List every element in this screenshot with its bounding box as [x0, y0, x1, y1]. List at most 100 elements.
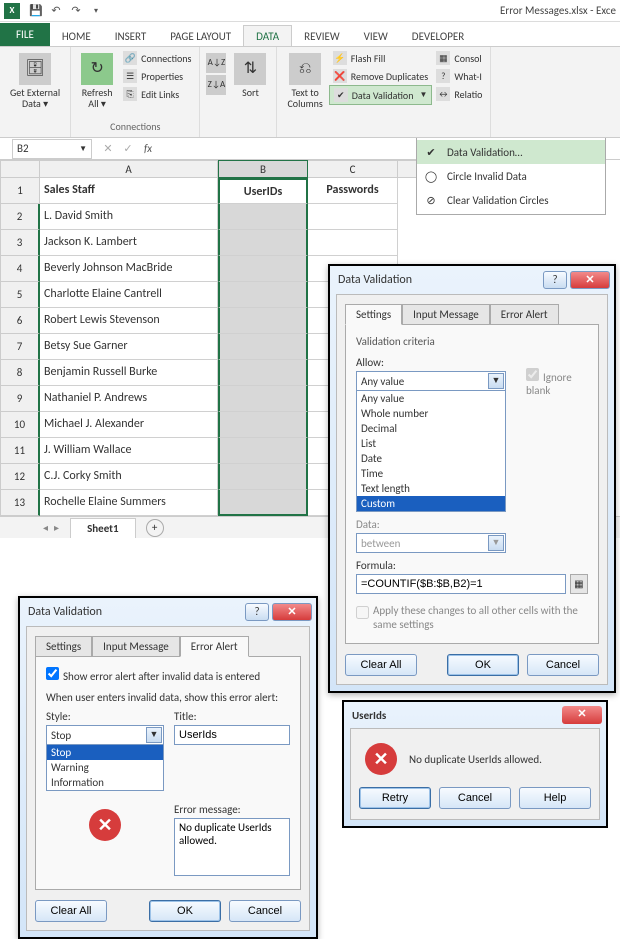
cell[interactable]: Robert Lewis Stevenson: [40, 308, 218, 334]
help-button[interactable]: Help: [519, 787, 591, 809]
cell[interactable]: [308, 204, 398, 230]
cell[interactable]: Charlotte Elaine Cantrell: [40, 282, 218, 308]
tab-review[interactable]: REVIEW: [292, 26, 352, 46]
ok-button[interactable]: OK: [149, 900, 221, 922]
close-button[interactable]: ✕: [562, 706, 602, 724]
retry-button[interactable]: Retry: [359, 787, 431, 809]
tab-settings[interactable]: Settings: [345, 304, 402, 325]
row-header[interactable]: 1: [0, 178, 40, 204]
cancel-button[interactable]: Cancel: [527, 654, 599, 676]
help-button[interactable]: ?: [543, 271, 567, 289]
col-header-b[interactable]: B: [218, 160, 308, 178]
tab-error-alert[interactable]: Error Alert: [490, 304, 559, 325]
row-header[interactable]: 5: [0, 282, 40, 308]
row-header[interactable]: 6: [0, 308, 40, 334]
cell[interactable]: Jackson K. Lambert: [40, 230, 218, 256]
cell[interactable]: Passwords: [308, 178, 398, 204]
sort-button[interactable]: ⇅ Sort: [228, 49, 272, 135]
cell[interactable]: Benjamin Russell Burke: [40, 360, 218, 386]
row-header[interactable]: 4: [0, 256, 40, 282]
allow-option[interactable]: Time: [357, 466, 505, 481]
get-external-data-button[interactable]: 🗄 Get External Data ▾: [4, 49, 66, 135]
cell[interactable]: J. William Wallace: [40, 438, 218, 464]
save-icon[interactable]: 💾: [28, 3, 44, 19]
allow-select[interactable]: Any value▼: [356, 371, 506, 391]
consolidate-button[interactable]: ▦Consol: [432, 49, 486, 67]
cell[interactable]: [218, 386, 308, 412]
tab-error-alert[interactable]: Error Alert: [180, 636, 249, 657]
col-header-c[interactable]: C: [308, 160, 398, 178]
menu-item-circle-invalid[interactable]: ◯Circle Invalid Data: [417, 164, 605, 188]
ignore-blank-checkbox[interactable]: Ignore blank: [526, 368, 588, 397]
cell[interactable]: UserIDs: [218, 178, 308, 204]
style-option[interactable]: Stop: [47, 745, 163, 760]
sheet-nav-last[interactable]: ▸: [54, 521, 59, 534]
allow-option[interactable]: List: [357, 436, 505, 451]
cell[interactable]: Sales Staff: [40, 178, 218, 204]
allow-option[interactable]: Date: [357, 451, 505, 466]
cell[interactable]: Rochelle Elaine Summers: [40, 490, 218, 516]
cell[interactable]: Nathaniel P. Andrews: [40, 386, 218, 412]
cell[interactable]: [218, 464, 308, 490]
whatif-button[interactable]: ?What-I: [432, 67, 486, 85]
cell[interactable]: Betsy Sue Garner: [40, 334, 218, 360]
flash-fill-button[interactable]: ⚡Flash Fill: [329, 49, 433, 67]
allow-option[interactable]: Decimal: [357, 421, 505, 436]
ok-button[interactable]: OK: [447, 654, 519, 676]
cancel-button[interactable]: Cancel: [229, 900, 301, 922]
chevron-down-icon[interactable]: ▼: [79, 144, 87, 154]
qat-dropdown-icon[interactable]: ▾: [88, 3, 104, 19]
tab-input-message[interactable]: Input Message: [402, 304, 490, 325]
cell[interactable]: [218, 256, 308, 282]
row-header[interactable]: 8: [0, 360, 40, 386]
range-picker-button[interactable]: ▦: [570, 574, 588, 594]
cell[interactable]: C.J. Corky Smith: [40, 464, 218, 490]
menu-item-data-validation[interactable]: ✔Data Validation…: [417, 140, 605, 164]
connections-button[interactable]: 🔗Connections: [119, 49, 195, 67]
row-header[interactable]: 3: [0, 230, 40, 256]
sheet-tab[interactable]: Sheet1: [70, 518, 136, 538]
row-header[interactable]: 12: [0, 464, 40, 490]
allow-option[interactable]: Any value: [357, 391, 505, 406]
allow-option[interactable]: Whole number: [357, 406, 505, 421]
style-select[interactable]: Stop▼: [46, 725, 164, 745]
cell[interactable]: [218, 438, 308, 464]
tab-settings[interactable]: Settings: [35, 636, 92, 657]
tab-home[interactable]: HOME: [50, 26, 103, 46]
tab-data[interactable]: DATA: [243, 25, 292, 46]
row-header[interactable]: 13: [0, 490, 40, 516]
edit-links-button[interactable]: ⎘Edit Links: [119, 85, 195, 103]
cell[interactable]: [308, 230, 398, 256]
row-header[interactable]: 10: [0, 412, 40, 438]
sheet-nav-first[interactable]: ◂: [43, 521, 48, 534]
select-all-corner[interactable]: [0, 160, 40, 178]
undo-icon[interactable]: ↶: [48, 3, 64, 19]
cell[interactable]: [218, 204, 308, 230]
error-message-input[interactable]: [174, 818, 290, 876]
cell[interactable]: [218, 490, 308, 516]
show-error-checkbox[interactable]: Show error alert after invalid data is e…: [46, 670, 260, 683]
cell[interactable]: Michael J. Alexander: [40, 412, 218, 438]
cancel-icon[interactable]: ✕: [100, 142, 116, 155]
sort-az-button[interactable]: A↓Z Z↓A: [204, 49, 228, 135]
row-header[interactable]: 9: [0, 386, 40, 412]
tab-developer[interactable]: DEVELOPER: [400, 26, 476, 46]
formula-input[interactable]: [356, 574, 566, 594]
data-validation-split-button[interactable]: ✔Data Validation▼: [329, 85, 433, 105]
style-option[interactable]: Information: [47, 775, 163, 790]
text-to-columns-button[interactable]: ⎌ Text to Columns: [281, 49, 328, 135]
row-header[interactable]: 7: [0, 334, 40, 360]
relations-button[interactable]: ↔Relatio: [432, 85, 486, 103]
cell[interactable]: L. David Smith: [40, 204, 218, 230]
clear-all-button[interactable]: Clear All: [345, 654, 417, 676]
close-button[interactable]: ✕: [570, 271, 610, 289]
tab-page-layout[interactable]: PAGE LAYOUT: [158, 26, 243, 46]
menu-item-clear-circles[interactable]: ⊘Clear Validation Circles: [417, 188, 605, 212]
row-header[interactable]: 2: [0, 204, 40, 230]
tab-file[interactable]: FILE: [0, 23, 50, 46]
row-header[interactable]: 11: [0, 438, 40, 464]
cell[interactable]: [218, 334, 308, 360]
cell[interactable]: [218, 360, 308, 386]
allow-option[interactable]: Custom: [357, 496, 505, 511]
refresh-all-button[interactable]: ↻ Refresh All ▾: [75, 49, 119, 118]
